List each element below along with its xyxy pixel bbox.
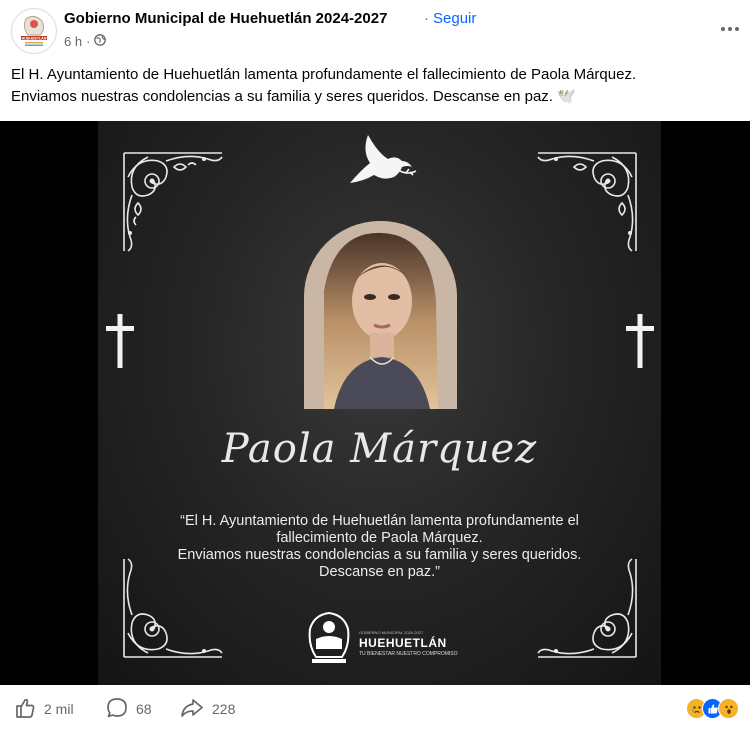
thumbs-up-icon bbox=[14, 697, 36, 722]
comment-button[interactable]: 68 bbox=[106, 690, 152, 728]
header-separator: · bbox=[424, 10, 429, 27]
post-text-line-1: El H. Ayuntamiento de Huehuetlán lamenta… bbox=[11, 66, 637, 83]
comment-count: 68 bbox=[136, 701, 152, 717]
ornament-top-left bbox=[123, 152, 223, 252]
municipal-logo-emblem bbox=[308, 611, 350, 663]
logo-top-text: GOBIERNO MUNICIPAL 2024-2027 bbox=[359, 630, 424, 635]
comment-bubble-icon bbox=[106, 697, 128, 722]
portrait-photo bbox=[304, 221, 457, 409]
reaction-summary[interactable] bbox=[686, 698, 739, 719]
post-meta: 6 h · bbox=[64, 34, 107, 49]
share-button[interactable]: 228 bbox=[180, 690, 235, 728]
quote-line-3: Enviamos nuestras condolencias a su fami… bbox=[177, 547, 582, 563]
quote-line-2: fallecimiento de Paola Márquez. bbox=[276, 530, 483, 546]
page-avatar[interactable]: HUEHUETLÁN bbox=[11, 8, 57, 54]
condolence-quote: “El H. Ayuntamiento de Huehuetlán lament… bbox=[138, 513, 621, 581]
globe-icon bbox=[94, 34, 107, 49]
share-arrow-icon bbox=[180, 697, 204, 722]
post-message: El H. Ayuntamiento de Huehuetlán lamenta… bbox=[11, 64, 741, 108]
post-header: HUEHUETLÁN Gobierno Municipal de Huehuet… bbox=[0, 0, 750, 60]
like-button[interactable]: 2 mil bbox=[14, 690, 74, 728]
follow-button[interactable]: Seguir bbox=[433, 10, 476, 27]
post-actions: 2 mil 68 228 bbox=[0, 690, 750, 728]
meta-separator: · bbox=[86, 34, 91, 49]
ornament-top-right bbox=[537, 152, 637, 252]
post-text-line-2: Enviamos nuestras condolencias a su fami… bbox=[11, 88, 576, 105]
share-count: 228 bbox=[212, 701, 236, 717]
dove-icon bbox=[350, 135, 417, 183]
logo-name: HUEHUETLÁN bbox=[359, 636, 447, 650]
cross-icon bbox=[106, 314, 134, 368]
cross-icon bbox=[626, 314, 654, 368]
avatar-text: HUEHUETLÁN bbox=[22, 35, 47, 40]
post-image[interactable]: Paola Márquez “El H. Ayuntamiento de Hue… bbox=[0, 121, 750, 685]
more-dots-icon bbox=[720, 19, 740, 37]
wow-reaction-icon bbox=[718, 698, 739, 719]
deceased-name: Paola Márquez bbox=[221, 426, 538, 472]
post-time[interactable]: 6 h bbox=[64, 34, 82, 49]
condolence-card: Paola Márquez “El H. Ayuntamiento de Hue… bbox=[98, 121, 661, 685]
more-options-button[interactable] bbox=[716, 14, 744, 42]
logo-tagline: TU BIENESTAR NUESTRO COMPROMISO bbox=[359, 651, 458, 657]
like-count: 2 mil bbox=[44, 701, 74, 717]
page-name[interactable]: Gobierno Municipal de Huehuetlán 2024-20… bbox=[64, 10, 387, 27]
quote-line-1: “El H. Ayuntamiento de Huehuetlán lament… bbox=[180, 513, 579, 529]
quote-line-4: Descanse en paz.” bbox=[319, 564, 440, 580]
